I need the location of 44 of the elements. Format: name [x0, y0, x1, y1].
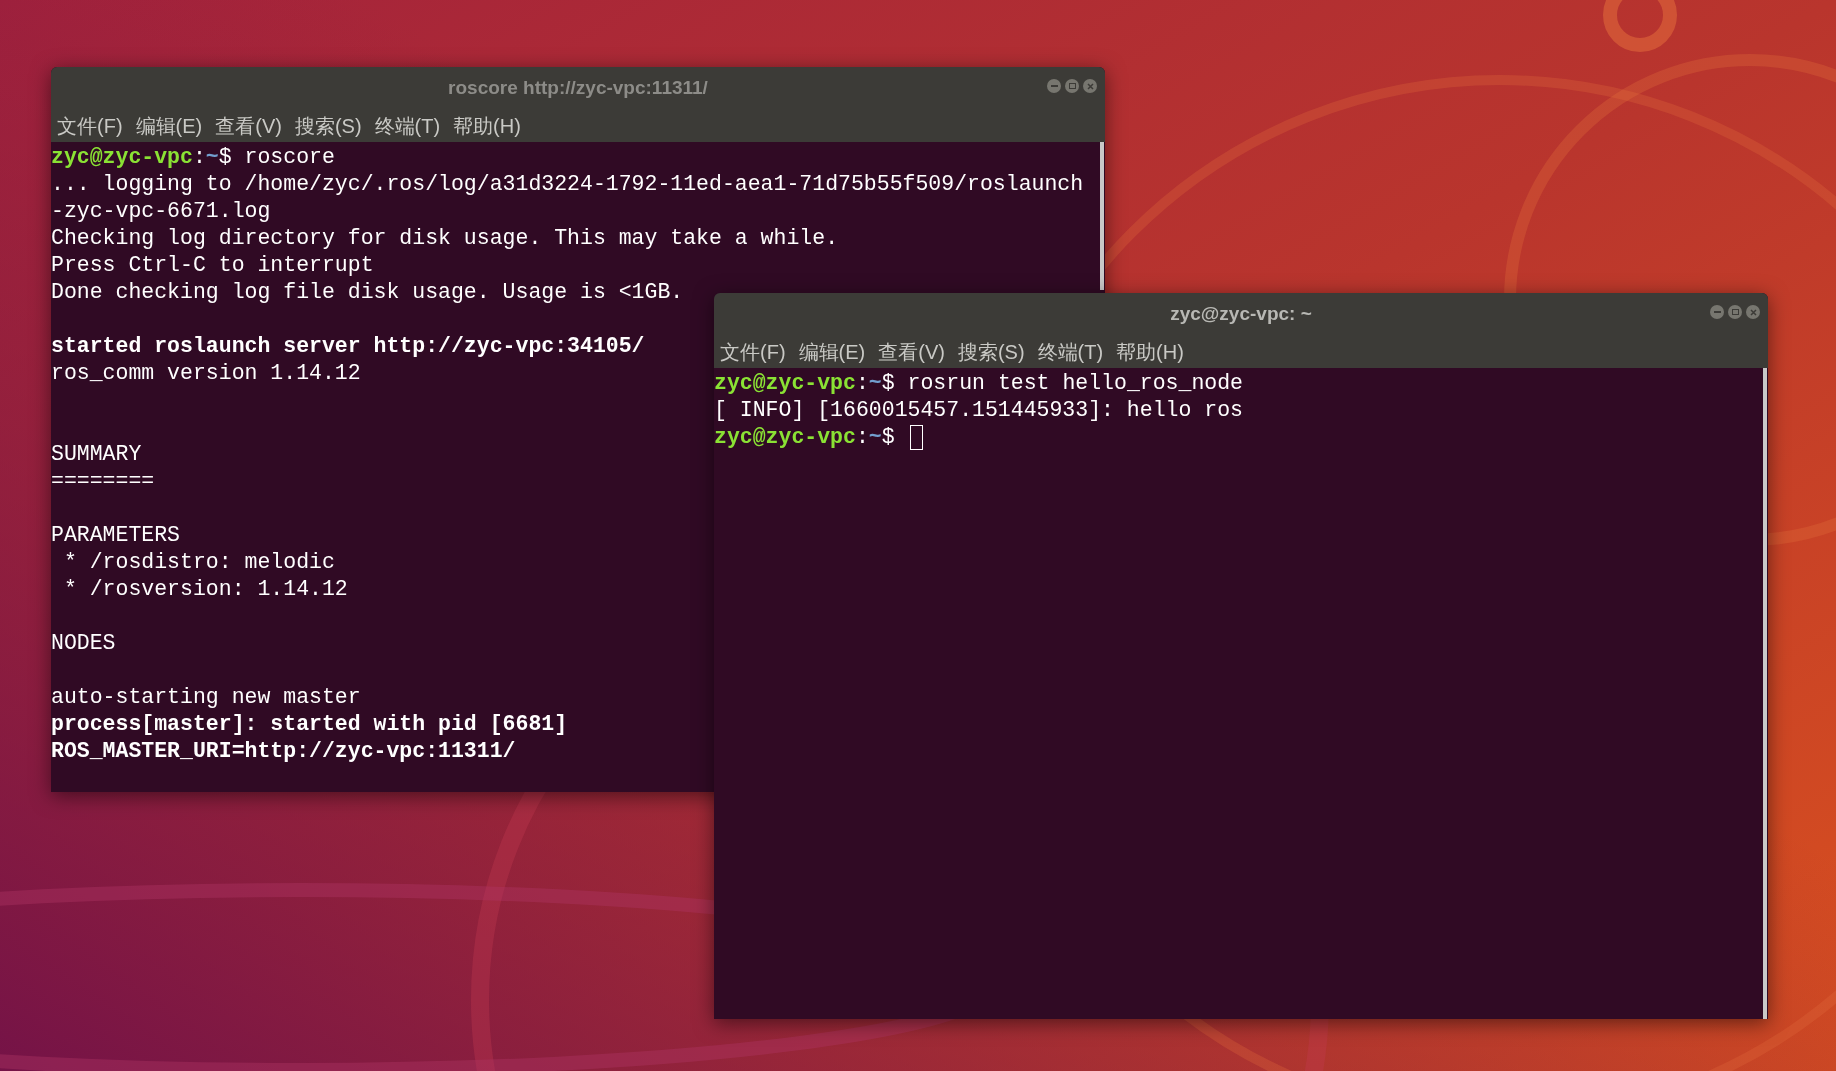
maximize-button[interactable]: [1728, 305, 1742, 319]
menu-item[interactable]: 文件(F): [720, 337, 786, 367]
terminal-line: ... logging to /home/zyc/.ros/log/a31d3224-1792-11ed-aea1-71d75b55f509/roslaunch: [51, 171, 1084, 198]
menu-item[interactable]: 搜索(S): [957, 337, 1025, 367]
menu-item[interactable]: 编辑(E): [798, 337, 866, 367]
window-title: zyc@zyc-vpc: ~: [1170, 302, 1312, 327]
minimize-button[interactable]: [1047, 79, 1061, 93]
menu-item[interactable]: 搜索(S): [294, 111, 362, 141]
terminal-line: ros_comm version 1.14.12: [51, 360, 361, 387]
scrollbar[interactable]: [1100, 142, 1104, 290]
menu-item[interactable]: 编辑(E): [135, 111, 203, 141]
terminal-line: [ INFO] [1660015457.151445933]: hello ros: [714, 397, 1243, 424]
terminal-prompt: zyc@zyc-vpc:~$: [714, 424, 896, 451]
terminal-line: Press Ctrl-C to interrupt: [51, 252, 374, 279]
terminal-line: started roslaunch server http://zyc-vpc:34105/: [51, 333, 645, 360]
close-button[interactable]: [1746, 305, 1760, 319]
terminal-prompt: zyc@zyc-vpc:~$ rosrun test hello_ros_node: [714, 370, 1244, 397]
maximize-button[interactable]: [1065, 79, 1079, 93]
terminal-line: NODES: [51, 630, 116, 657]
close-button[interactable]: [1083, 79, 1097, 93]
terminal-line: ========: [51, 468, 155, 495]
scrollbar[interactable]: [1763, 368, 1767, 1019]
menu-item[interactable]: 查看(V): [215, 111, 282, 141]
menu-item[interactable]: 帮助(H): [453, 111, 521, 141]
terminal-line: ROS_MASTER_URI=http://zyc-vpc:11311/: [51, 738, 516, 765]
terminal-line: process[master]: started with pid [6681]: [51, 711, 568, 738]
terminal-line: PARAMETERS: [51, 522, 181, 549]
close-icon: [1749, 308, 1757, 316]
menu-item[interactable]: 终端(T): [374, 111, 441, 141]
terminal-prompt: zyc@zyc-vpc:~$ roscore: [51, 144, 335, 171]
terminal-line: Checking log directory for disk usage. This may take a while.: [51, 225, 839, 252]
menu-item[interactable]: 查看(V): [878, 337, 945, 367]
minimize-button[interactable]: [1710, 305, 1724, 319]
menu-item[interactable]: 文件(F): [57, 111, 123, 141]
window-title: roscore http://zyc-vpc:11311/: [448, 76, 708, 101]
menu-item[interactable]: 帮助(H): [1116, 337, 1184, 367]
close-icon: [1086, 82, 1094, 90]
terminal-line: -zyc-vpc-6671.log: [51, 198, 271, 225]
menu-item[interactable]: 终端(T): [1037, 337, 1104, 367]
terminal-line: * /rosdistro: melodic: [62, 549, 335, 576]
terminal-line: Done checking log file disk usage. Usage is <1GB.: [51, 279, 684, 306]
terminal-line: SUMMARY: [51, 441, 142, 468]
terminal-line: * /rosversion: 1.14.12: [62, 576, 348, 603]
terminal-line: auto-starting new master: [51, 684, 361, 711]
